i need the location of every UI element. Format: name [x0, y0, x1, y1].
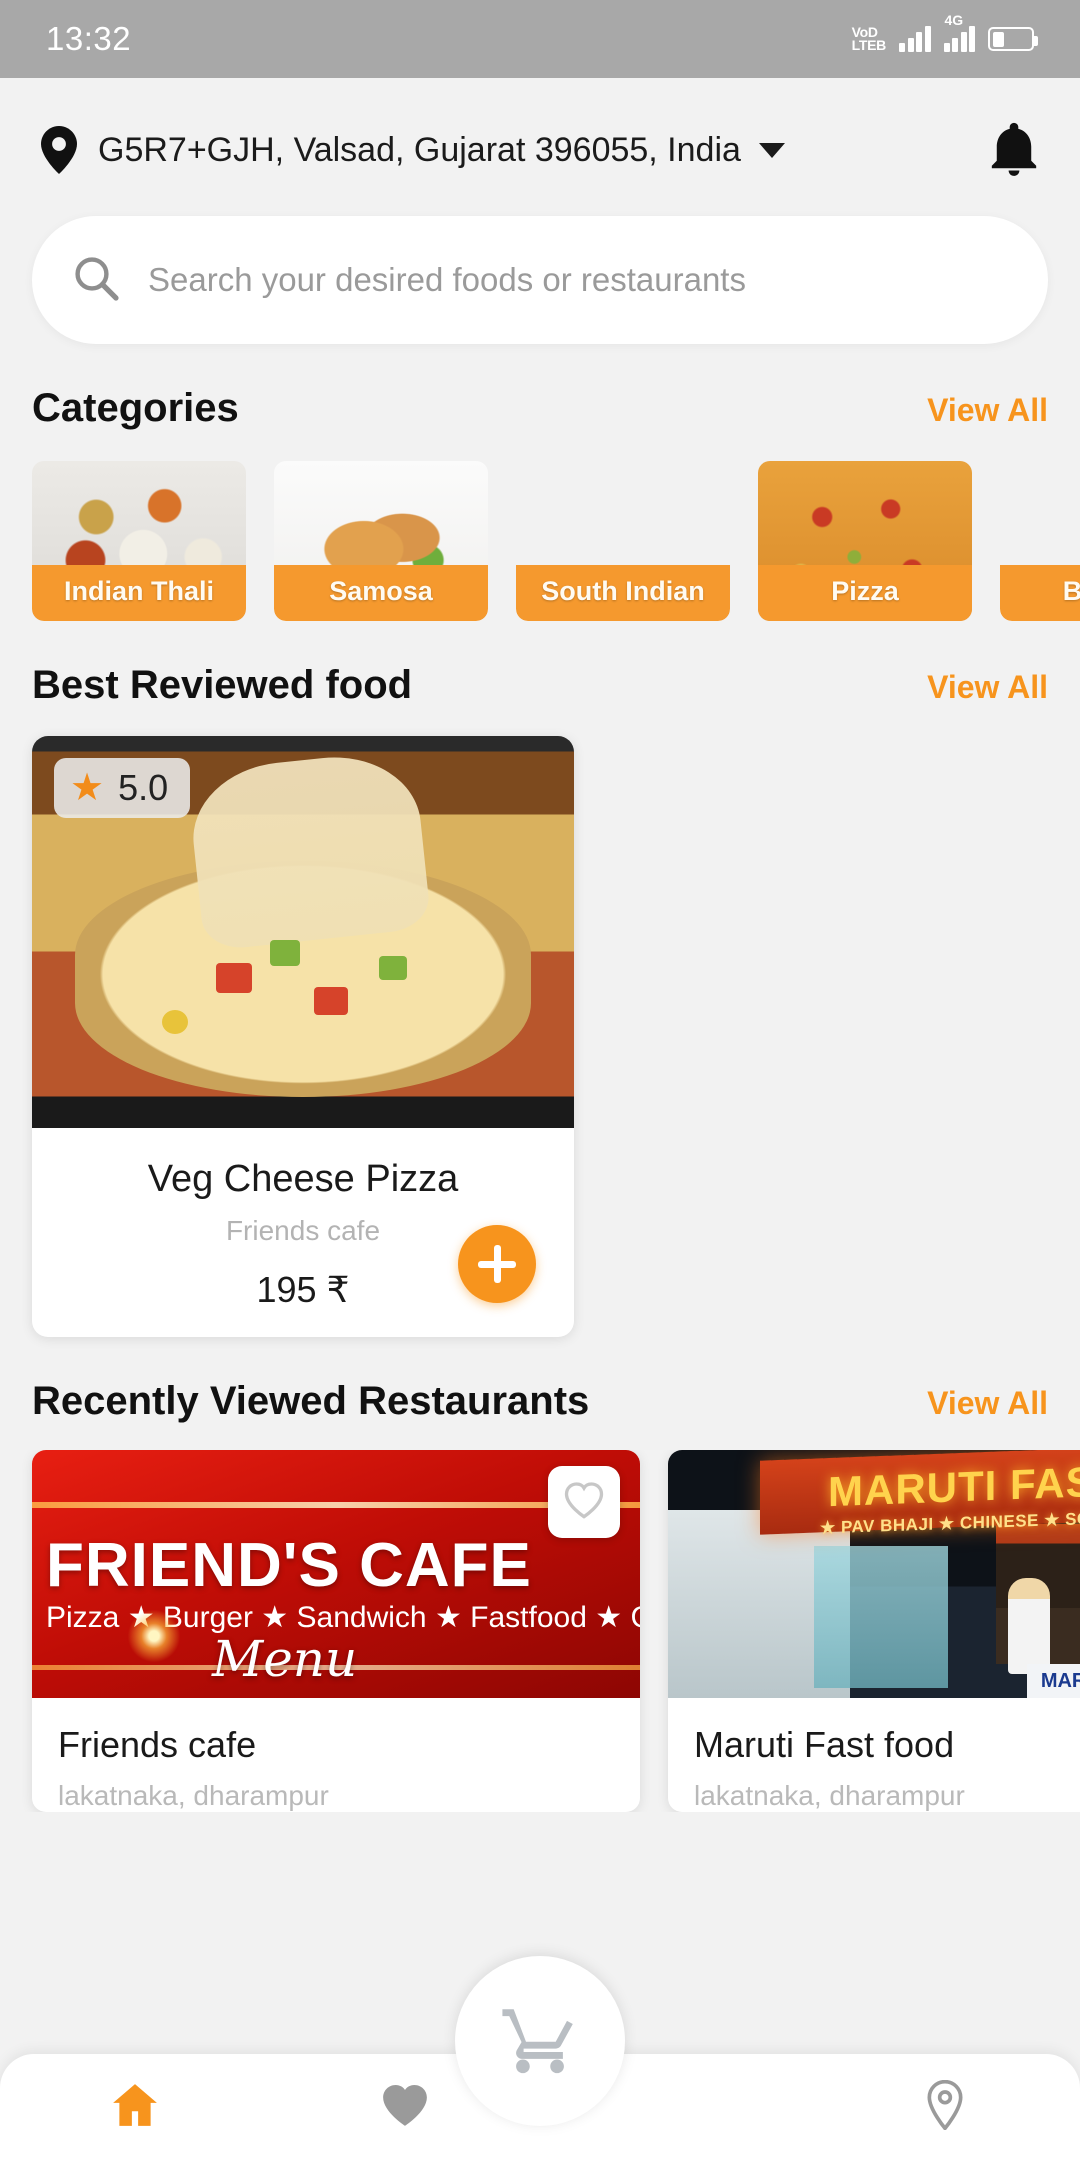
network-label: 4G: [944, 12, 964, 28]
categories-title: Categories: [32, 386, 239, 430]
banner-person: [1008, 1578, 1051, 1674]
nav-item-home[interactable]: [0, 2080, 270, 2135]
categories-view-all[interactable]: View All: [927, 392, 1048, 429]
food-image-topping: [270, 939, 301, 966]
chevron-down-icon[interactable]: [758, 142, 785, 158]
recently-viewed-view-all[interactable]: View All: [927, 1385, 1048, 1422]
restaurant-banner: FRIEND'S CAFE Pizza ★ Burger ★ Sandwich …: [32, 1450, 640, 1698]
restaurant-name: Maruti Fast food: [694, 1724, 955, 1765]
category-label: Samosa: [274, 565, 488, 621]
category-label: Burger: [1000, 565, 1080, 621]
food-image-topping: [378, 955, 407, 980]
cart-floating-button[interactable]: [455, 1956, 625, 2126]
signal-bars-2-icon: [943, 26, 975, 52]
restaurant-info: Maruti Fast food lakatnaka, dharampur: [668, 1698, 1080, 1812]
location-pin-outline-icon: [920, 2079, 970, 2135]
recently-viewed-list: FRIEND'S CAFE Pizza ★ Burger ★ Sandwich …: [0, 1450, 1080, 1812]
location-bar[interactable]: G5R7+GJH, Valsad, Gujarat 396055, India: [0, 78, 1080, 178]
banner-script-text: Menu: [212, 1630, 358, 1688]
status-bar: 13:32 VoD LTEB 4G: [0, 0, 1080, 78]
heart-icon: [564, 1480, 604, 1525]
restaurant-info: Friends cafe lakatnaka, dharampur: [32, 1698, 640, 1812]
add-to-cart-button[interactable]: [458, 1225, 536, 1303]
search-input[interactable]: Search your desired foods or restaurants: [148, 261, 746, 299]
volte-icon: VoD LTEB: [851, 25, 887, 53]
recently-viewed-header: Recently Viewed Restaurants View All: [0, 1379, 1080, 1424]
location-text: G5R7+GJH, Valsad, Gujarat 396055, India: [98, 130, 741, 169]
food-name: Veg Cheese Pizza: [147, 1158, 459, 1200]
star-icon: ★: [70, 767, 105, 809]
banner-board-text: MARUTI PA: [1040, 1669, 1080, 1692]
food-image-topping: [313, 986, 348, 1015]
search-icon: [72, 254, 120, 307]
categories-header: Categories View All: [0, 386, 1080, 431]
category-item-indian-thali[interactable]: Indian Thali: [32, 461, 246, 621]
shopping-cart-icon: [499, 1998, 581, 2085]
favorite-button[interactable]: [548, 1466, 620, 1538]
restaurant-card-maruti-fast-food[interactable]: MARUTI FAST FOOD ★ PAV BHAJI ★ CHINESE ★…: [668, 1450, 1080, 1812]
best-reviewed-title: Best Reviewed food: [32, 663, 413, 707]
restaurant-card-friends-cafe[interactable]: FRIEND'S CAFE Pizza ★ Burger ★ Sandwich …: [32, 1450, 640, 1812]
food-image: ★ 5.0: [32, 736, 574, 1128]
best-reviewed-list: ★ 5.0 Veg Cheese Pizza Friends cafe 195 …: [0, 736, 1080, 1337]
volte-line-2: LTEB: [851, 37, 887, 53]
battery-icon: [988, 27, 1038, 51]
category-item-south-indian[interactable]: South Indian: [516, 461, 730, 621]
nav-item-location[interactable]: [810, 2079, 1080, 2135]
home-icon: [110, 2080, 160, 2135]
best-reviewed-header: Best Reviewed food View All: [0, 663, 1080, 708]
heart-outline-icon: [380, 2080, 430, 2135]
food-image-topping: [216, 963, 253, 994]
app-screen: 13:32 VoD LTEB 4G G5R7+GJH, Valsad, Guja…: [0, 0, 1080, 2160]
recently-viewed-title: Recently Viewed Restaurants: [32, 1379, 590, 1423]
category-label: Pizza: [758, 565, 972, 621]
banner-door: [813, 1546, 948, 1688]
food-card[interactable]: ★ 5.0 Veg Cheese Pizza Friends cafe 195 …: [32, 736, 574, 1337]
status-time: 13:32: [46, 20, 132, 57]
category-item-burger[interactable]: Burger: [1000, 461, 1080, 621]
food-image-cheese-pull: [185, 748, 432, 952]
restaurant-address: lakatnaka, dharampur: [694, 1780, 965, 1811]
status-icons: VoD LTEB 4G: [851, 12, 1038, 53]
best-reviewed-view-all[interactable]: View All: [927, 669, 1048, 706]
restaurant-address: lakatnaka, dharampur: [58, 1780, 329, 1811]
signal-bars-icon: [899, 26, 931, 52]
banner-star-burst: [124, 1606, 184, 1666]
banner-board: MARUTI PA: [1026, 1664, 1080, 1698]
category-label: Indian Thali: [32, 565, 246, 621]
restaurant-name: Friends cafe: [58, 1724, 257, 1765]
category-label: South Indian: [516, 565, 730, 621]
rating-badge: ★ 5.0: [54, 758, 191, 818]
rating-value: 5.0: [118, 767, 169, 808]
banner-title: FRIEND'S CAFE: [46, 1531, 532, 1600]
search-bar[interactable]: Search your desired foods or restaurants: [32, 216, 1048, 344]
category-item-samosa[interactable]: Samosa: [274, 461, 488, 621]
network-4g-icon: 4G: [943, 12, 975, 52]
restaurant-banner: MARUTI FAST FOOD ★ PAV BHAJI ★ CHINESE ★…: [668, 1450, 1080, 1698]
location-pin-icon: [40, 126, 78, 174]
categories-list[interactable]: Indian Thali Samosa South Indian Pizza B…: [0, 461, 1080, 621]
bell-icon[interactable]: [988, 122, 1040, 178]
category-item-pizza[interactable]: Pizza: [758, 461, 972, 621]
